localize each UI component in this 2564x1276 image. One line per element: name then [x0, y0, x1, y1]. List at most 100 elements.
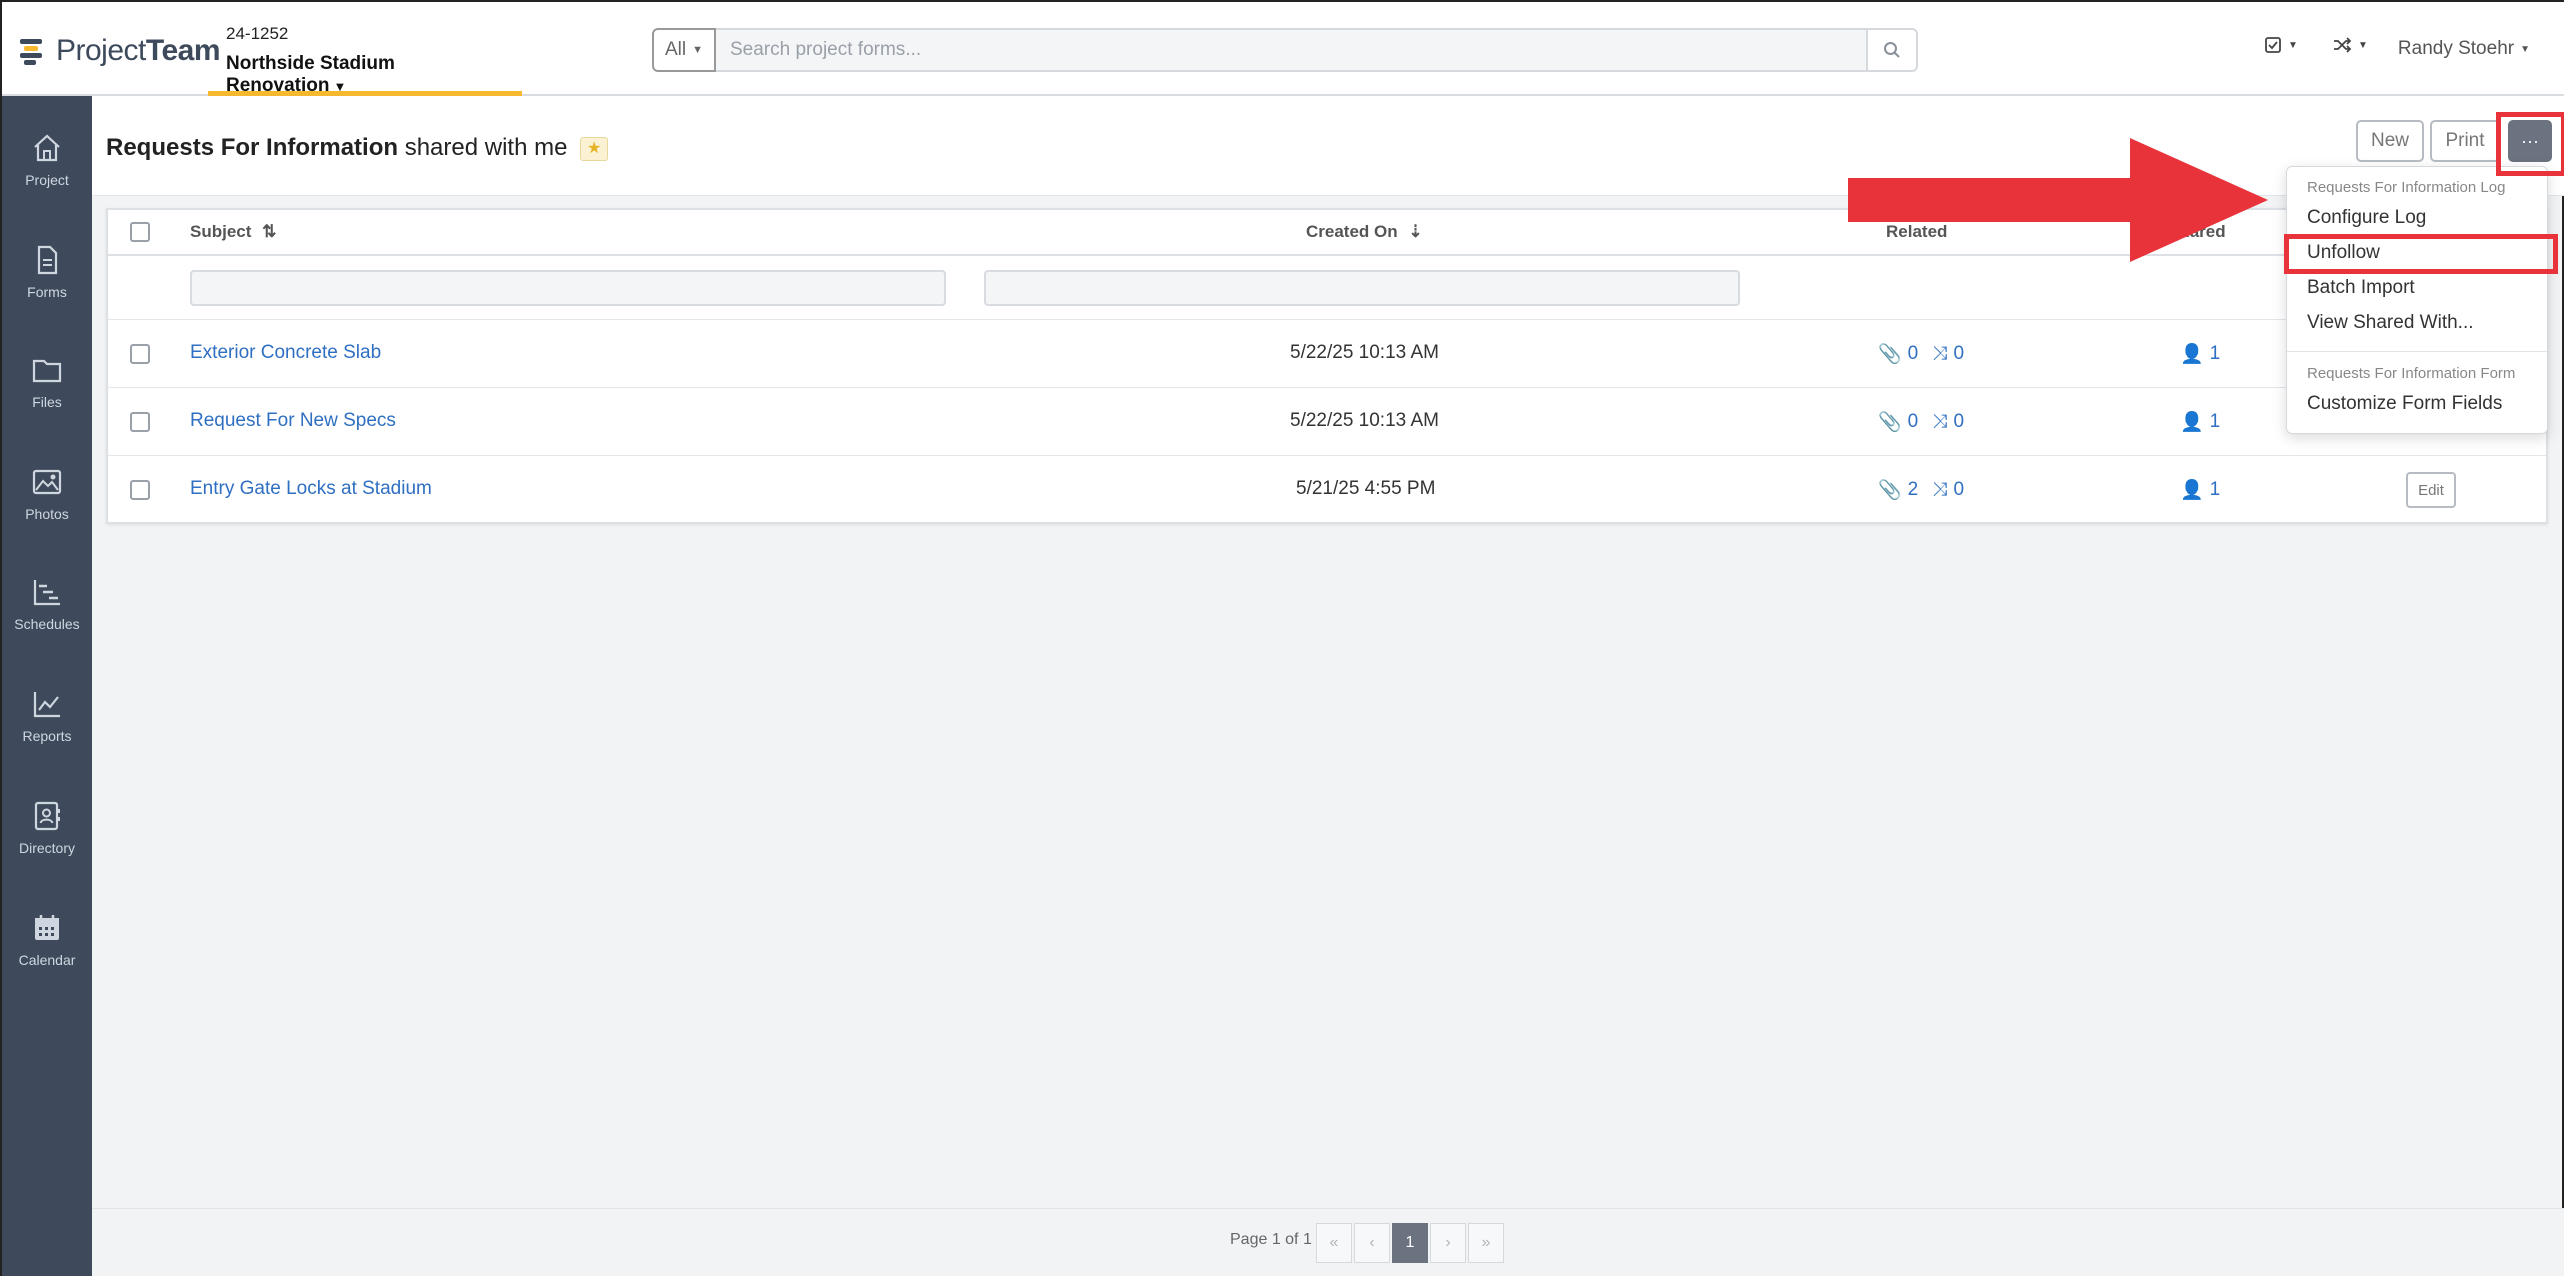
contact-book-icon	[34, 801, 60, 831]
column-subject[interactable]: Subject ⇅	[190, 222, 276, 242]
shared-count[interactable]: 👤 1	[2180, 478, 2220, 502]
shuffle-icon: ⤨	[1932, 411, 1948, 432]
sidebar-item-project[interactable]: Project	[2, 132, 92, 188]
table-row[interactable]: Exterior Concrete Slab 5/22/25 10:13 AM …	[108, 320, 2546, 388]
menu-divider	[2287, 351, 2547, 352]
line-chart-icon	[33, 692, 60, 718]
subject-link[interactable]: Exterior Concrete Slab	[190, 342, 381, 364]
prev-page-button[interactable]: ‹	[1354, 1223, 1390, 1263]
user-icon: 👤	[2180, 344, 2204, 365]
created-on: 5/22/25 10:13 AM	[1290, 410, 1439, 431]
search-icon	[1884, 42, 1900, 58]
menu-section-form: Requests For Information Form	[2307, 365, 2516, 382]
created-on-filter-input[interactable]	[984, 270, 1740, 306]
logo-text: ProjectTeam	[56, 34, 221, 67]
tasks-menu[interactable]: ▼	[2264, 36, 2298, 54]
document-icon	[37, 245, 58, 275]
highlight-unfollow	[2284, 234, 2558, 274]
sort-descending-icon: ⇣	[1408, 222, 1423, 241]
search-scope-dropdown[interactable]: All ▼	[652, 28, 716, 72]
caret-down-icon: ▼	[2520, 43, 2530, 55]
created-on: 5/22/25 10:13 AM	[1290, 342, 1439, 363]
top-header: ProjectTeam 24-1252 Northside Stadium Re…	[2, 2, 2564, 96]
sidebar-item-label: Files	[32, 394, 62, 410]
paperclip-icon: 📎	[1878, 412, 1902, 433]
home-icon	[34, 134, 60, 162]
new-button[interactable]: New	[2356, 120, 2424, 162]
sidebar-item-photos[interactable]: Photos	[2, 466, 92, 522]
app-logo[interactable]: ProjectTeam	[20, 34, 221, 68]
related-counts[interactable]: 📎 0 ⤨ 0	[1878, 410, 1964, 434]
sort-icon: ⇅	[262, 222, 277, 241]
logo-mark-icon	[20, 36, 50, 66]
caret-down-icon: ▼	[692, 44, 703, 56]
edit-button[interactable]: Edit	[2406, 472, 2456, 508]
caret-down-icon: ▼	[2288, 39, 2298, 51]
search-button[interactable]	[1868, 28, 1918, 72]
user-icon: 👤	[2180, 412, 2204, 433]
image-icon	[32, 469, 62, 495]
column-created-on[interactable]: Created On ⇣	[1306, 222, 1423, 242]
project-switcher[interactable]: 24-1252 Northside Stadium Renovation ▼	[208, 2, 522, 96]
project-name: Northside Stadium Renovation ▼	[226, 53, 395, 96]
row-checkbox[interactable]	[130, 412, 150, 432]
sidebar-item-forms[interactable]: Forms	[2, 244, 92, 300]
page-title: Requests For Information shared with me …	[106, 134, 609, 162]
sidebar-item-files[interactable]: Files	[2, 354, 92, 410]
row-checkbox[interactable]	[130, 344, 150, 364]
next-page-button[interactable]: ›	[1430, 1223, 1466, 1263]
subject-filter-input[interactable]	[190, 270, 946, 306]
shared-count[interactable]: 👤 1	[2180, 342, 2220, 366]
calendar-icon	[35, 915, 59, 940]
sidebar-item-directory[interactable]: Directory	[2, 800, 92, 856]
pagination-footer: Page 1 of 1 « ‹ 1 › »	[92, 1208, 2564, 1276]
sidebar-item-reports[interactable]: Reports	[2, 688, 92, 744]
search-input[interactable]	[716, 28, 1868, 72]
highlight-more-button	[2496, 112, 2564, 176]
search-bar: All ▼	[652, 28, 1918, 72]
sidebar-item-schedules[interactable]: Schedules	[2, 576, 92, 632]
sidebar-item-label: Photos	[25, 506, 69, 522]
sidebar-item-label: Project	[25, 172, 69, 188]
paperclip-icon: 📎	[1878, 344, 1902, 365]
shuffle-icon: ⤨	[1932, 479, 1948, 500]
sidebar-item-label: Directory	[18, 840, 75, 856]
favorite-star-icon[interactable]: ★	[580, 136, 609, 161]
user-icon: 👤	[2180, 480, 2204, 501]
gantt-icon	[33, 580, 60, 606]
related-counts[interactable]: 📎 0 ⤨ 0	[1878, 342, 1964, 366]
menu-section-log: Requests For Information Log	[2307, 179, 2506, 196]
sidebar-item-label: Forms	[27, 284, 67, 300]
sidebar-item-label: Calendar	[18, 952, 76, 968]
created-on: 5/21/25 4:55 PM	[1296, 478, 1436, 499]
paperclip-icon: 📎	[1878, 480, 1902, 501]
sidebar-item-label: Reports	[22, 728, 72, 744]
related-counts[interactable]: 📎 2 ⤨ 0	[1878, 478, 1964, 502]
shuffle-icon: ⤨	[1932, 343, 1948, 364]
table-row[interactable]: Request For New Specs 5/22/25 10:13 AM 📎…	[108, 388, 2546, 456]
workflow-menu[interactable]: ▼	[2332, 36, 2368, 54]
sidebar: Project Forms Files Photos Schedules Rep…	[2, 96, 92, 1276]
caret-down-icon: ▼	[333, 79, 347, 94]
shared-count[interactable]: 👤 1	[2180, 410, 2220, 434]
table-row[interactable]: Entry Gate Locks at Stadium 5/21/25 4:55…	[108, 456, 2546, 524]
menu-item-configure-log[interactable]: Configure Log	[2307, 207, 2426, 229]
menu-item-batch-import[interactable]: Batch Import	[2307, 277, 2415, 299]
sidebar-item-label: Schedules	[14, 616, 80, 632]
row-checkbox[interactable]	[130, 480, 150, 500]
page-label: Page 1 of 1	[1230, 1231, 1312, 1248]
menu-item-view-shared-with[interactable]: View Shared With...	[2307, 312, 2474, 334]
subject-link[interactable]: Request For New Specs	[190, 410, 396, 432]
sidebar-item-calendar[interactable]: Calendar	[2, 912, 92, 968]
last-page-button[interactable]: »	[1468, 1223, 1504, 1263]
page-1-button[interactable]: 1	[1392, 1223, 1428, 1263]
print-button[interactable]: Print	[2430, 120, 2500, 162]
user-menu[interactable]: Randy Stoehr ▼	[2398, 38, 2530, 60]
select-all-checkbox[interactable]	[130, 222, 150, 242]
menu-item-customize-form-fields[interactable]: Customize Form Fields	[2307, 393, 2502, 415]
subject-link[interactable]: Entry Gate Locks at Stadium	[190, 478, 432, 500]
checkbox-icon	[2265, 37, 2281, 53]
more-options-menu: Requests For Information Log Configure L…	[2286, 166, 2548, 434]
first-page-button[interactable]: «	[1316, 1223, 1352, 1263]
project-number: 24-1252	[226, 24, 289, 43]
